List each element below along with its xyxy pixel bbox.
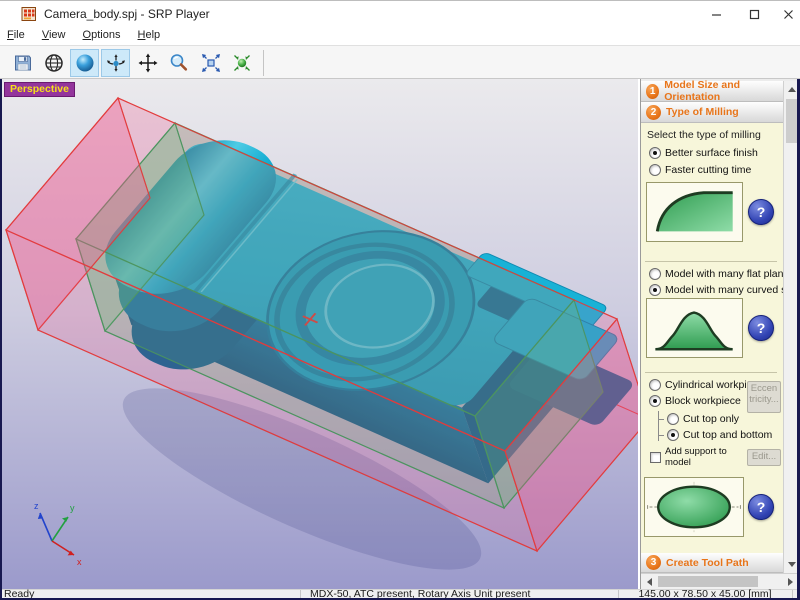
horizontal-scroll-thumb[interactable] <box>658 576 758 587</box>
axis-x-label: x <box>77 557 82 567</box>
help-button-finish[interactable]: ? <box>748 199 774 225</box>
radio-cut-top-only[interactable]: Cut top only <box>667 413 739 425</box>
zoom-view-button[interactable] <box>164 49 193 77</box>
radio-cut-top-and-bottom[interactable]: Cut top and bottom <box>667 429 772 441</box>
app-icon <box>21 6 37 22</box>
milling-prompt: Select the type of milling <box>647 129 761 141</box>
help-button-workpiece[interactable]: ? <box>748 494 774 520</box>
scroll-right-icon <box>788 578 797 586</box>
scroll-up-icon <box>788 83 796 92</box>
menu-file[interactable]: File <box>0 27 32 43</box>
shaded-sphere-icon <box>74 52 96 74</box>
surface-finish-illustration <box>646 182 743 242</box>
type-of-milling-pane: Select the type of milling Better surfac… <box>641 123 783 553</box>
edit-button[interactable]: Edit... <box>747 449 781 466</box>
step-3-badge: 3 <box>646 555 661 570</box>
step-2-title: Type of Milling <box>666 106 739 118</box>
help-button-model-type[interactable]: ? <box>748 315 774 341</box>
maximize-icon <box>749 9 760 20</box>
panel-vertical-scrollbar[interactable] <box>783 81 798 573</box>
rotate-view-button[interactable] <box>101 49 130 77</box>
panel-horizontal-scrollbar[interactable] <box>641 573 798 589</box>
radio-dot[interactable] <box>667 429 679 441</box>
magnifier-icon <box>168 52 190 74</box>
tree-line <box>658 435 664 436</box>
axis-y-label: y <box>70 503 75 513</box>
scroll-down-icon <box>788 562 796 571</box>
menu-bar: File View Options Help <box>0 27 800 45</box>
scroll-left-icon <box>643 578 652 586</box>
step-header-type-of-milling[interactable]: 2 Type of Milling <box>641 102 783 123</box>
curved-surface-illustration <box>646 298 743 358</box>
wireframe-globe-button[interactable] <box>39 49 68 77</box>
tree-line <box>658 411 659 441</box>
window-title: Camera_body.spj - SRP Player <box>44 7 210 21</box>
fit-to-screen-button[interactable] <box>196 49 225 77</box>
save-button[interactable] <box>8 49 37 77</box>
eccentricity-button[interactable]: Eccen tricity... <box>747 381 781 413</box>
radio-many-curved-surfaces[interactable]: Model with many curved surfaces <box>649 284 783 296</box>
radio-dot[interactable] <box>649 379 661 391</box>
scroll-right-button[interactable] <box>783 574 798 589</box>
step-3-title: Create Tool Path <box>666 557 749 569</box>
menu-options[interactable]: Options <box>76 27 128 43</box>
vertical-scroll-thumb[interactable] <box>786 99 797 143</box>
menu-help[interactable]: Help <box>131 27 168 43</box>
block-workpiece-illustration <box>644 477 744 537</box>
viewport: Perspective z y x <box>2 79 638 589</box>
checkbox-add-support[interactable]: Add support to model <box>650 447 742 469</box>
rotate-icon <box>105 52 127 74</box>
shaded-view-button[interactable] <box>70 49 99 77</box>
title-bar: Camera_body.spj - SRP Player <box>0 1 800 27</box>
step-2-badge: 2 <box>646 105 661 120</box>
fit-to-screen-icon <box>200 52 222 74</box>
step-header-model-size[interactable]: 1 Model Size and Orientation <box>641 81 783 102</box>
projection-label: Perspective <box>4 82 75 97</box>
zoom-to-model-button[interactable] <box>227 49 256 77</box>
window-border-left <box>0 79 2 600</box>
radio-faster-cutting-time[interactable]: Faster cutting time <box>649 164 751 176</box>
menu-view[interactable]: View <box>35 27 73 43</box>
3d-scene[interactable] <box>2 79 638 589</box>
toolbar <box>0 45 800 79</box>
step-1-badge: 1 <box>646 84 659 99</box>
save-icon <box>12 52 34 74</box>
step-1-title: Model Size and Orientation <box>664 79 783 103</box>
pan-view-button[interactable] <box>133 49 162 77</box>
close-button[interactable] <box>766 1 800 27</box>
wireframe-globe-icon <box>43 52 65 74</box>
axis-z-label: z <box>34 501 39 511</box>
zoom-to-model-icon <box>231 52 253 74</box>
radio-block-workpiece[interactable]: Block workpiece <box>649 395 741 407</box>
radio-many-flat-planes[interactable]: Model with many flat planes <box>649 268 783 280</box>
radio-dot[interactable] <box>649 284 661 296</box>
tree-line <box>658 419 664 420</box>
radio-dot[interactable] <box>667 413 679 425</box>
wizard-panel: 1 Model Size and Orientation 2 Type of M… <box>640 79 797 589</box>
toolbar-separator <box>263 50 264 76</box>
axis-triad: z y x <box>22 495 86 567</box>
divider <box>645 372 777 373</box>
divider <box>645 261 777 262</box>
checkbox-box[interactable] <box>650 452 661 463</box>
close-icon <box>783 9 794 20</box>
radio-dot[interactable] <box>649 268 661 280</box>
minimize-icon <box>711 9 722 20</box>
srp-player-window: Camera_body.spj - SRP Player File View O… <box>0 0 800 600</box>
radio-dot[interactable] <box>649 395 661 407</box>
radio-dot[interactable] <box>649 147 661 159</box>
radio-better-surface-finish[interactable]: Better surface finish <box>649 147 758 159</box>
scroll-left-button[interactable] <box>641 574 656 589</box>
pan-icon <box>137 52 159 74</box>
radio-dot[interactable] <box>649 164 661 176</box>
step-header-create-tool-path[interactable]: 3 Create Tool Path <box>641 553 783 573</box>
